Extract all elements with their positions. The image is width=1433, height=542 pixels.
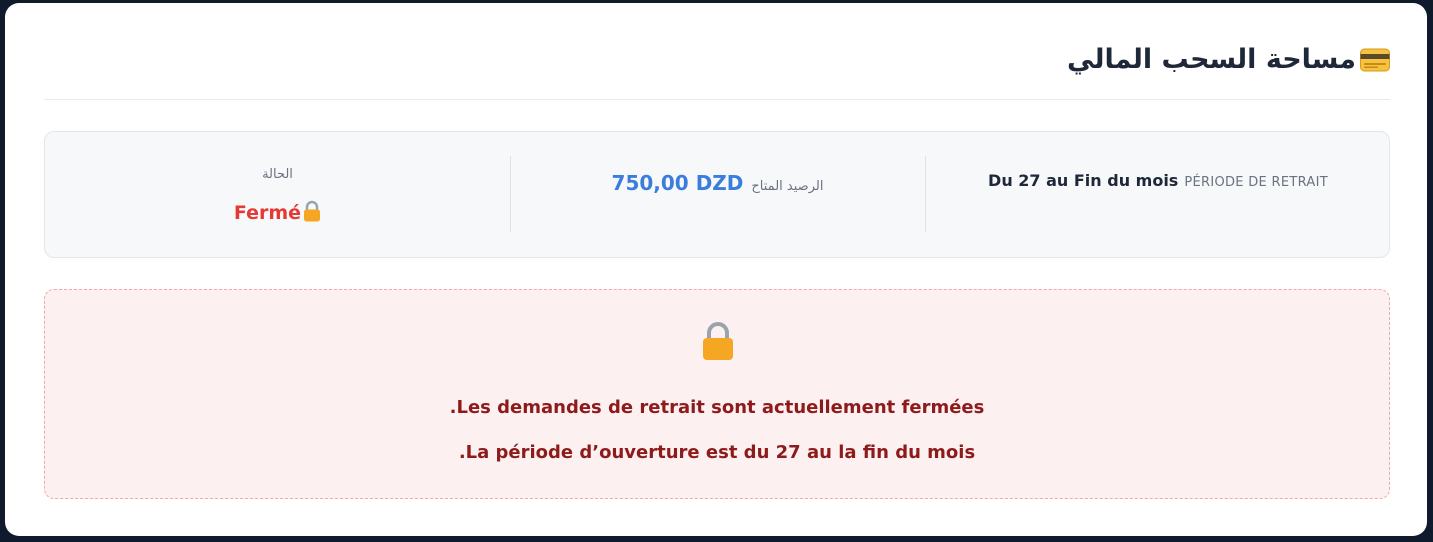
balance-group: 750,00 DZD الرصيد المتاح bbox=[510, 171, 925, 195]
status-label: الحالة bbox=[262, 167, 293, 182]
balance-amount: 750,00 DZD bbox=[611, 171, 744, 195]
period-label: PÉRIODE DE RETRAIT bbox=[1184, 175, 1328, 190]
withdrawal-card: مساحة السحب المالي الحالة Fermé 750,00 D… bbox=[5, 3, 1427, 536]
lock-icon bbox=[702, 321, 734, 365]
status-column: الحالة Fermé bbox=[45, 132, 510, 257]
credit-card-icon bbox=[1360, 48, 1390, 72]
period-column: Du 27 au Fin du mois PÉRIODE DE RETRAIT bbox=[925, 132, 1391, 257]
alert-message-period: .La période d’ouverture est du 27 au la … bbox=[458, 442, 976, 463]
balance-label: الرصيد المتاح bbox=[751, 179, 824, 194]
status-value: Fermé bbox=[233, 202, 302, 224]
info-summary: الحالة Fermé 750,00 DZD الرصيد المتاح Du… bbox=[44, 131, 1390, 258]
balance-column: 750,00 DZD الرصيد المتاح bbox=[510, 132, 925, 257]
period-value: Du 27 au Fin du mois bbox=[988, 171, 1179, 190]
period-group: Du 27 au Fin du mois PÉRIODE DE RETRAIT bbox=[925, 171, 1391, 190]
card-header: مساحة السحب المالي bbox=[44, 3, 1390, 100]
status-value-group: Fermé bbox=[45, 200, 510, 226]
page-title: مساحة السحب المالي bbox=[1067, 44, 1356, 75]
lock-icon bbox=[303, 200, 321, 226]
alert-message-closed: .Les demandes de retrait sont actuelleme… bbox=[449, 397, 985, 418]
title-group: مساحة السحب المالي bbox=[1067, 44, 1390, 75]
closed-alert: .Les demandes de retrait sont actuelleme… bbox=[44, 289, 1390, 499]
